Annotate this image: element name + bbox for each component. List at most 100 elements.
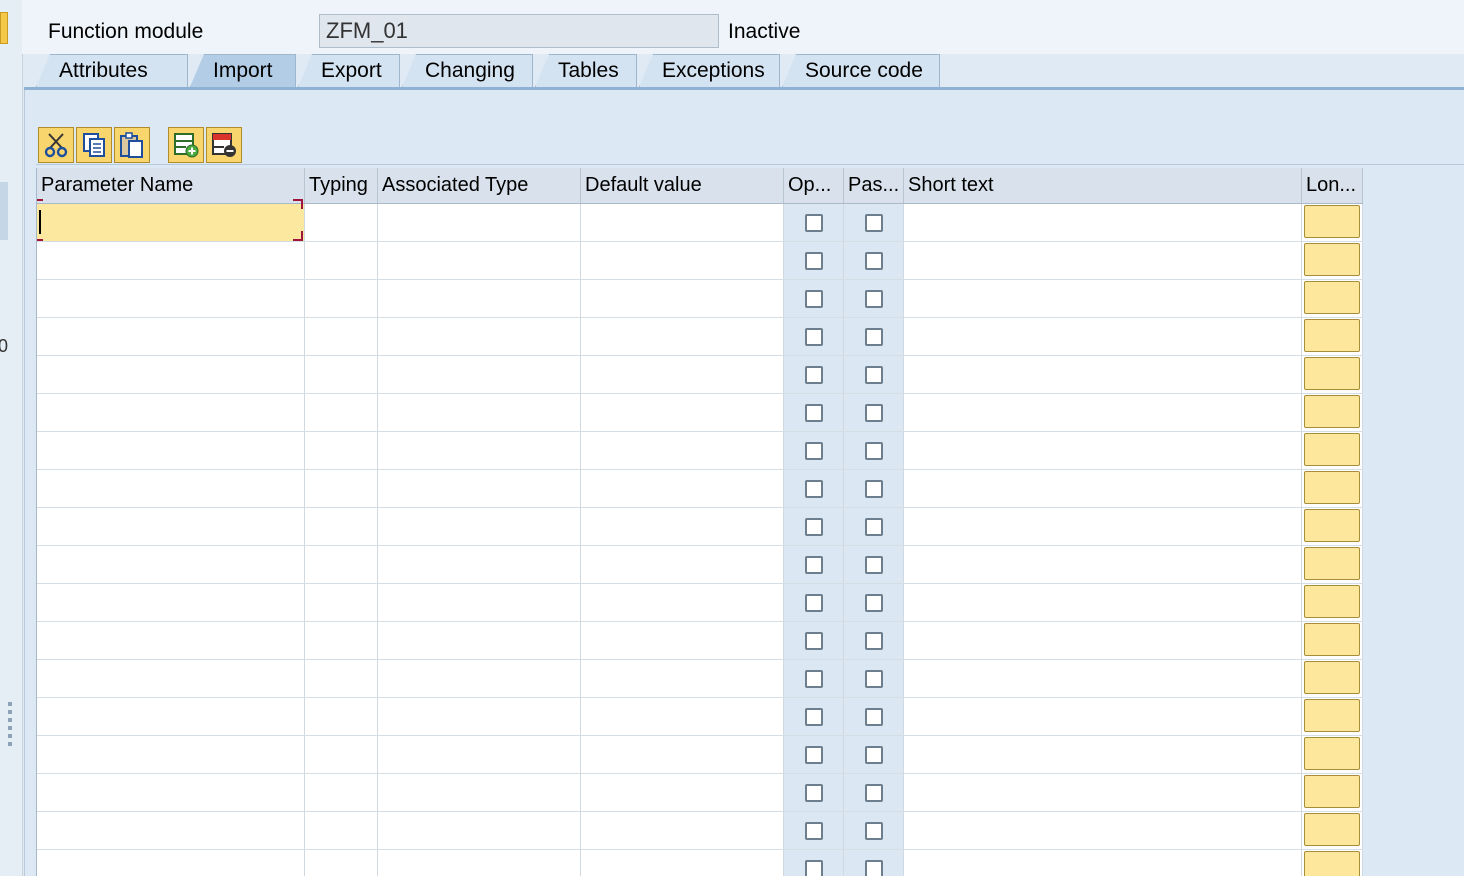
- optional-cell[interactable]: [784, 318, 844, 355]
- parameter-name-cell[interactable]: [37, 199, 305, 241]
- long-text-button[interactable]: [1304, 547, 1360, 580]
- optional-cell[interactable]: [784, 736, 844, 773]
- default-value-cell[interactable]: [581, 812, 784, 849]
- parameter-name-cell[interactable]: [37, 432, 305, 469]
- tab-attributes[interactable]: Attributes: [36, 54, 188, 87]
- optional-checkbox[interactable]: [804, 365, 823, 384]
- default-value-cell[interactable]: [581, 242, 784, 279]
- default-value-cell[interactable]: [581, 204, 784, 241]
- optional-cell[interactable]: [784, 584, 844, 621]
- long-text-button[interactable]: [1304, 433, 1360, 466]
- optional-cell[interactable]: [784, 698, 844, 735]
- pass-value-cell[interactable]: [844, 508, 904, 545]
- short-text-cell[interactable]: [904, 280, 1302, 317]
- associated-type-cell[interactable]: [378, 242, 581, 279]
- pass-value-cell[interactable]: [844, 850, 904, 876]
- pass-value-cell[interactable]: [844, 698, 904, 735]
- default-value-cell[interactable]: [581, 356, 784, 393]
- short-text-cell[interactable]: [904, 432, 1302, 469]
- typing-cell[interactable]: [305, 356, 378, 393]
- parameter-name-cell[interactable]: [37, 622, 305, 659]
- long-text-cell[interactable]: [1302, 280, 1363, 317]
- long-text-cell[interactable]: [1302, 204, 1363, 241]
- long-text-button[interactable]: [1304, 243, 1360, 276]
- column-header-pass-value[interactable]: Pas...: [844, 168, 904, 203]
- long-text-cell[interactable]: [1302, 812, 1363, 849]
- cut-button[interactable]: [38, 127, 74, 163]
- optional-checkbox[interactable]: [804, 403, 823, 422]
- short-text-cell[interactable]: [904, 698, 1302, 735]
- parameter-name-cell[interactable]: [37, 774, 305, 811]
- typing-cell[interactable]: [305, 432, 378, 469]
- parameter-name-cell[interactable]: [37, 318, 305, 355]
- optional-checkbox[interactable]: [804, 859, 823, 876]
- column-header-typing[interactable]: Typing: [305, 168, 378, 203]
- optional-checkbox[interactable]: [804, 631, 823, 650]
- long-text-button[interactable]: [1304, 623, 1360, 656]
- optional-checkbox[interactable]: [804, 593, 823, 612]
- typing-cell[interactable]: [305, 204, 378, 241]
- associated-type-cell[interactable]: [378, 432, 581, 469]
- optional-checkbox[interactable]: [804, 555, 823, 574]
- pass-value-cell[interactable]: [844, 280, 904, 317]
- optional-checkbox[interactable]: [804, 821, 823, 840]
- parameter-name-cell[interactable]: [37, 394, 305, 431]
- optional-cell[interactable]: [784, 242, 844, 279]
- column-header-short-text[interactable]: Short text: [904, 168, 1302, 203]
- pass-value-cell[interactable]: [844, 394, 904, 431]
- pass-value-checkbox[interactable]: [864, 289, 883, 308]
- optional-checkbox[interactable]: [804, 517, 823, 536]
- optional-checkbox[interactable]: [804, 707, 823, 726]
- parameter-name-cell[interactable]: [37, 584, 305, 621]
- tab-tables[interactable]: Tables: [535, 54, 637, 87]
- typing-cell[interactable]: [305, 622, 378, 659]
- associated-type-cell[interactable]: [378, 356, 581, 393]
- parameter-name-cell[interactable]: [37, 660, 305, 697]
- typing-cell[interactable]: [305, 698, 378, 735]
- typing-cell[interactable]: [305, 774, 378, 811]
- pass-value-checkbox[interactable]: [864, 783, 883, 802]
- column-header-associated-type[interactable]: Associated Type: [378, 168, 581, 203]
- optional-cell[interactable]: [784, 356, 844, 393]
- pass-value-cell[interactable]: [844, 584, 904, 621]
- optional-cell[interactable]: [784, 622, 844, 659]
- long-text-button[interactable]: [1304, 775, 1360, 808]
- long-text-cell[interactable]: [1302, 850, 1363, 876]
- column-header-long-text[interactable]: Lon...: [1302, 168, 1363, 203]
- long-text-cell[interactable]: [1302, 584, 1363, 621]
- pass-value-checkbox[interactable]: [864, 631, 883, 650]
- pass-value-cell[interactable]: [844, 546, 904, 583]
- long-text-cell[interactable]: [1302, 698, 1363, 735]
- optional-checkbox[interactable]: [804, 441, 823, 460]
- pass-value-checkbox[interactable]: [864, 441, 883, 460]
- typing-cell[interactable]: [305, 546, 378, 583]
- pass-value-checkbox[interactable]: [864, 745, 883, 764]
- tab-export[interactable]: Export: [298, 54, 400, 87]
- parameter-name-cell[interactable]: [37, 850, 305, 876]
- optional-cell[interactable]: [784, 546, 844, 583]
- parameter-name-cell[interactable]: [37, 812, 305, 849]
- default-value-cell[interactable]: [581, 850, 784, 876]
- default-value-cell[interactable]: [581, 660, 784, 697]
- typing-cell[interactable]: [305, 736, 378, 773]
- long-text-button[interactable]: [1304, 471, 1360, 504]
- typing-cell[interactable]: [305, 242, 378, 279]
- short-text-cell[interactable]: [904, 584, 1302, 621]
- long-text-button[interactable]: [1304, 851, 1360, 876]
- short-text-cell[interactable]: [904, 736, 1302, 773]
- associated-type-cell[interactable]: [378, 850, 581, 876]
- associated-type-cell[interactable]: [378, 584, 581, 621]
- optional-cell[interactable]: [784, 280, 844, 317]
- short-text-cell[interactable]: [904, 546, 1302, 583]
- associated-type-cell[interactable]: [378, 660, 581, 697]
- parameter-name-cell[interactable]: [37, 242, 305, 279]
- pass-value-cell[interactable]: [844, 470, 904, 507]
- tab-exceptions[interactable]: Exceptions: [639, 54, 780, 87]
- typing-cell[interactable]: [305, 584, 378, 621]
- long-text-cell[interactable]: [1302, 432, 1363, 469]
- short-text-cell[interactable]: [904, 356, 1302, 393]
- short-text-cell[interactable]: [904, 774, 1302, 811]
- short-text-cell[interactable]: [904, 508, 1302, 545]
- column-header-optional[interactable]: Op...: [784, 168, 844, 203]
- associated-type-cell[interactable]: [378, 204, 581, 241]
